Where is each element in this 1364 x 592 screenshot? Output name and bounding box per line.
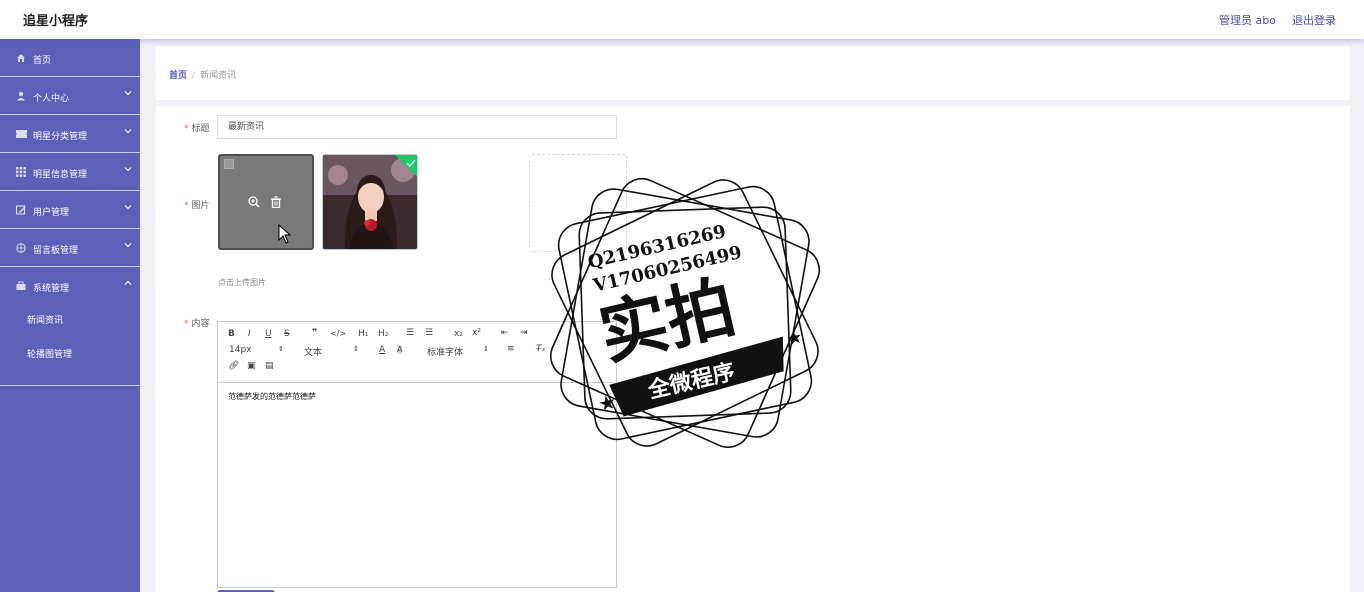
underline-icon[interactable]: U bbox=[265, 329, 272, 339]
sidebar-item-label: 个人中心 bbox=[33, 94, 70, 104]
sidebar-item-label: 首页 bbox=[33, 56, 52, 66]
upload-trigger[interactable] bbox=[529, 154, 627, 252]
quote-icon[interactable]: ❞ bbox=[312, 328, 317, 338]
link-icon[interactable]: 🔗︎ bbox=[228, 361, 239, 371]
breadcrumb-current: 新闻资讯 bbox=[200, 71, 237, 81]
breadcrumb-panel: 首页 / 新闻资讯 bbox=[156, 46, 1350, 100]
uploaded-image-1[interactable] bbox=[218, 154, 314, 250]
sidebar-item-label: 留言板管理 bbox=[33, 246, 79, 256]
sidebar-item-label: 明星分类管理 bbox=[33, 132, 88, 142]
font-size-select[interactable]: 14px bbox=[229, 345, 252, 355]
strike-icon[interactable]: S bbox=[284, 329, 290, 339]
bullet-list-icon[interactable]: ☰ bbox=[425, 328, 433, 338]
title-input[interactable]: 最新资讯 bbox=[217, 115, 617, 139]
sidebar-item-label: 明星信息管理 bbox=[33, 170, 88, 180]
uploaded-image-2[interactable] bbox=[322, 154, 418, 250]
image-icon[interactable]: ▣ bbox=[247, 361, 256, 371]
sidebar-item-system[interactable]: 系统管理 bbox=[0, 267, 140, 305]
sidebar-item-star-category[interactable]: 明星分类管理 bbox=[0, 115, 140, 153]
news-form: * 标题 最新资讯 * 图片 点击上传图片 * 内容 B I U S ❞ </>… bbox=[156, 106, 1350, 592]
subscript-icon[interactable]: x₂ bbox=[454, 329, 463, 339]
ticket-icon bbox=[15, 128, 27, 140]
system-submenu: 新闻资讯 轮播图管理 bbox=[0, 305, 140, 386]
celebrity-photo bbox=[323, 155, 417, 249]
user-label[interactable]: 管理员 abo bbox=[1219, 12, 1276, 28]
chevron-down-icon bbox=[124, 129, 132, 134]
title-label: * 标题 bbox=[184, 124, 210, 134]
chevron-up-icon bbox=[124, 280, 132, 285]
sidebar-subitem-carousel[interactable]: 轮播图管理 bbox=[0, 345, 140, 379]
outdent-icon[interactable]: ⇤ bbox=[501, 328, 509, 338]
align-icon[interactable]: ≡ bbox=[507, 344, 515, 354]
h2-icon[interactable]: H₂ bbox=[378, 329, 388, 339]
sidebar-item-messages[interactable]: 留言板管理 bbox=[0, 229, 140, 267]
upload-tip: 点击上传图片 bbox=[218, 278, 266, 287]
zoom-in-icon[interactable] bbox=[248, 196, 260, 208]
chevron-updown-icon: ⇕ bbox=[483, 345, 489, 353]
chevron-down-icon bbox=[124, 91, 132, 96]
logout-link[interactable]: 退出登录 bbox=[1292, 12, 1336, 28]
chevron-down-icon bbox=[124, 167, 132, 172]
user-icon bbox=[15, 90, 27, 102]
mouse-cursor-icon bbox=[278, 224, 292, 244]
superscript-icon[interactable]: x² bbox=[472, 328, 481, 338]
video-icon[interactable]: ▤ bbox=[265, 361, 274, 371]
chevron-down-icon bbox=[124, 243, 132, 248]
compass-icon bbox=[15, 242, 27, 254]
top-header: 追星小程序 管理员 abo 退出登录 bbox=[0, 0, 1364, 39]
home-icon bbox=[15, 52, 27, 64]
chevron-updown-icon: ⇕ bbox=[353, 345, 359, 353]
background-color-icon[interactable]: A bbox=[397, 345, 403, 354]
h1-icon[interactable]: H₁ bbox=[358, 329, 368, 339]
app-title: 追星小程序 bbox=[23, 14, 89, 29]
font-family-select[interactable]: 标准字体 bbox=[427, 345, 463, 358]
breadcrumb-home[interactable]: 首页 bbox=[169, 71, 187, 81]
italic-icon[interactable]: I bbox=[248, 329, 251, 339]
sidebar-subitem-news[interactable]: 新闻资讯 bbox=[0, 311, 140, 345]
content-label: * 内容 bbox=[184, 319, 210, 329]
sidebar: 首页 个人中心 明星分类管理 明星信息管理 用户管理 留言板管理 系统管理 新闻… bbox=[0, 39, 140, 592]
code-icon[interactable]: </> bbox=[330, 329, 346, 338]
sidebar-item-profile[interactable]: 个人中心 bbox=[0, 77, 140, 115]
rich-text-editor[interactable]: B I U S ❞ </> H₁ H₂ ☰ ☰ x₂ x² ⇤ ⇥ 14px ⇕… bbox=[217, 321, 617, 588]
bold-icon[interactable]: B bbox=[228, 329, 235, 339]
text-type-select[interactable]: 文本 bbox=[304, 345, 322, 358]
editor-content[interactable]: 范德萨发的范德萨范德萨 bbox=[218, 383, 616, 410]
sidebar-item-home[interactable]: 首页 bbox=[0, 39, 140, 77]
clear-format-icon[interactable]: T̶ₓ bbox=[536, 344, 546, 354]
briefcase-icon bbox=[15, 280, 27, 292]
chevron-down-icon bbox=[124, 205, 132, 210]
grid-icon bbox=[15, 166, 27, 178]
sidebar-item-star-info[interactable]: 明星信息管理 bbox=[0, 153, 140, 191]
sidebar-item-label: 用户管理 bbox=[33, 208, 70, 218]
breadcrumb-separator: / bbox=[192, 71, 196, 81]
delete-icon[interactable] bbox=[270, 196, 282, 208]
indent-icon[interactable]: ⇥ bbox=[520, 328, 528, 338]
ordered-list-icon[interactable]: ☰ bbox=[406, 328, 414, 338]
font-color-icon[interactable]: A bbox=[379, 345, 385, 355]
sidebar-item-label: 系统管理 bbox=[33, 284, 70, 294]
editor-toolbar: B I U S ❞ </> H₁ H₂ ☰ ☰ x₂ x² ⇤ ⇥ 14px ⇕… bbox=[218, 322, 616, 383]
edit-icon bbox=[15, 204, 27, 216]
sidebar-item-users[interactable]: 用户管理 bbox=[0, 191, 140, 229]
chevron-updown-icon: ⇕ bbox=[278, 345, 284, 353]
image-label: * 图片 bbox=[184, 201, 210, 211]
breadcrumb: 首页 / 新闻资讯 bbox=[169, 68, 236, 81]
